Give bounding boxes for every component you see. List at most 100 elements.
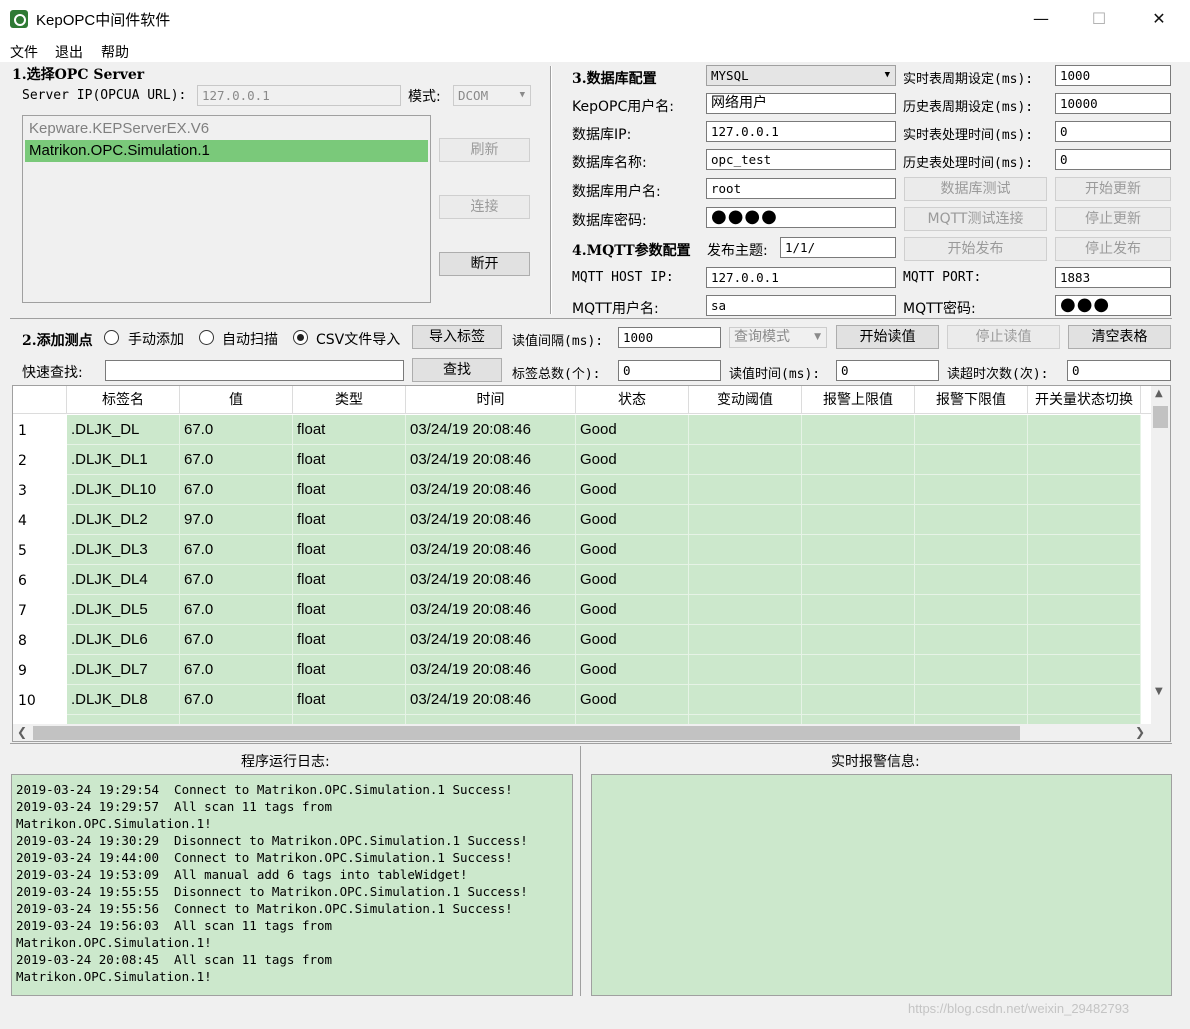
cell-time[interactable]: 03/24/19 20:08:46 [406, 655, 576, 685]
tag-table[interactable]: 标签名 值 类型 时间 状态 变动阈值 报警上限值 报警下限值 开关量状态切换 … [12, 385, 1171, 742]
csv-import-label[interactable]: CSV文件导入 [316, 329, 400, 349]
cell-type[interactable]: float [293, 475, 406, 505]
cell-value[interactable]: 67.0 [180, 625, 293, 655]
cell-alarm-low[interactable] [915, 625, 1028, 655]
cell-alarm-low[interactable] [915, 415, 1028, 445]
cell-alarm-high[interactable] [802, 595, 915, 625]
cell-tag-name[interactable]: .DLJK_DL3 [67, 535, 180, 565]
cell-alarm-low[interactable] [915, 505, 1028, 535]
mqtt-test-button[interactable]: MQTT测试连接 [904, 207, 1047, 231]
cell-time[interactable]: 03/24/19 20:08:46 [406, 535, 576, 565]
cell-type[interactable] [293, 715, 406, 724]
cell-type[interactable]: float [293, 535, 406, 565]
row-number[interactable]: 1 [13, 415, 67, 445]
cell-status[interactable]: Good [576, 565, 689, 595]
menu-file[interactable]: 文件 [10, 42, 38, 62]
search-button[interactable]: 查找 [412, 358, 502, 382]
hist-period-input[interactable]: 10000 [1055, 93, 1171, 114]
kepopc-user-input[interactable]: 网络用户 [706, 93, 896, 114]
tag-total-input[interactable]: 0 [618, 360, 721, 381]
cell-type[interactable]: float [293, 565, 406, 595]
row-number[interactable]: 8 [13, 625, 67, 655]
cell-value[interactable]: 67.0 [180, 445, 293, 475]
cell-value[interactable] [180, 715, 293, 724]
maximize-button[interactable]: ☐ [1076, 0, 1122, 38]
import-tags-button[interactable]: 导入标签 [412, 325, 502, 349]
quick-search-input[interactable] [105, 360, 404, 381]
cell-change-threshold[interactable] [689, 475, 802, 505]
cell-alarm-high[interactable] [802, 505, 915, 535]
cell-alarm-high[interactable] [802, 535, 915, 565]
cell-status[interactable]: Good [576, 475, 689, 505]
table-row[interactable]: 8 .DLJK_DL6 67.0 float 03/24/19 20:08:46 Good [13, 625, 1151, 655]
opc-server-item[interactable]: Kepware.KEPServerEX.V6 [25, 118, 428, 140]
cell-tag-name[interactable]: .DLJK_DL5 [67, 595, 180, 625]
db-ip-input[interactable]: 127.0.0.1 [706, 121, 896, 142]
stop-update-button[interactable]: 停止更新 [1055, 207, 1171, 231]
auto-scan-label[interactable]: 自动扫描 [222, 329, 278, 349]
cell-status[interactable]: Good [576, 535, 689, 565]
cell-alarm-high[interactable] [802, 445, 915, 475]
header-alarm-low[interactable]: 报警下限值 [915, 386, 1028, 414]
header-status[interactable]: 状态 [576, 386, 689, 414]
cell-alarm-low[interactable] [915, 445, 1028, 475]
cell-alarm-high[interactable] [802, 625, 915, 655]
row-number[interactable]: 10 [13, 685, 67, 715]
table-row[interactable]: 5 .DLJK_DL3 67.0 float 03/24/19 20:08:46 Good [13, 535, 1151, 565]
scroll-right-icon[interactable]: ❯ [1135, 725, 1145, 739]
cell-switch-state[interactable] [1028, 535, 1141, 565]
auto-scan-radio[interactable] [199, 330, 214, 345]
header-type[interactable]: 类型 [293, 386, 406, 414]
refresh-button[interactable]: 刷新 [439, 138, 530, 162]
row-number[interactable]: 7 [13, 595, 67, 625]
menu-exit[interactable]: 退出 [55, 42, 83, 62]
cell-type[interactable]: float [293, 415, 406, 445]
cell-alarm-low[interactable] [915, 475, 1028, 505]
close-button[interactable]: ✕ [1136, 0, 1182, 38]
cell-change-threshold[interactable] [689, 715, 802, 724]
read-time-input[interactable]: 0 [836, 360, 939, 381]
cell-alarm-low[interactable] [915, 655, 1028, 685]
cell-type[interactable]: float [293, 655, 406, 685]
row-number[interactable]: 9 [13, 655, 67, 685]
cell-alarm-high[interactable] [802, 475, 915, 505]
vertical-scroll-thumb[interactable] [1153, 406, 1168, 428]
cell-change-threshold[interactable] [689, 655, 802, 685]
cell-status[interactable]: Good [576, 505, 689, 535]
cell-type[interactable]: float [293, 625, 406, 655]
cell-alarm-high[interactable] [802, 655, 915, 685]
cell-switch-state[interactable] [1028, 595, 1141, 625]
cell-change-threshold[interactable] [689, 565, 802, 595]
cell-status[interactable]: Good [576, 625, 689, 655]
cell-alarm-high[interactable] [802, 565, 915, 595]
db-test-button[interactable]: 数据库测试 [904, 177, 1047, 201]
cell-status[interactable]: Good [576, 415, 689, 445]
cell-tag-name[interactable]: .DLJK_DL7 [67, 655, 180, 685]
cell-alarm-low[interactable] [915, 685, 1028, 715]
read-interval-input[interactable]: 1000 [618, 327, 721, 348]
cell-type[interactable]: float [293, 445, 406, 475]
cell-value[interactable]: 67.0 [180, 655, 293, 685]
db-password-input[interactable]: ●●●● [706, 207, 896, 228]
cell-alarm-high[interactable] [802, 415, 915, 445]
cell-time[interactable] [406, 715, 576, 724]
cell-time[interactable]: 03/24/19 20:08:46 [406, 685, 576, 715]
stop-read-button[interactable]: 停止读值 [947, 325, 1060, 349]
cell-switch-state[interactable] [1028, 685, 1141, 715]
start-read-button[interactable]: 开始读值 [836, 325, 939, 349]
table-row[interactable]: 1 .DLJK_DL 67.0 float 03/24/19 20:08:46 Good [13, 415, 1151, 445]
log-panel[interactable]: 2019-03-24 19:29:54 Connect to Matrikon.… [11, 774, 573, 996]
cell-alarm-low[interactable] [915, 535, 1028, 565]
db-type-select[interactable]: MYSQL ▼ [706, 65, 896, 86]
cell-time[interactable]: 03/24/19 20:08:46 [406, 565, 576, 595]
cell-alarm-low[interactable] [915, 715, 1028, 724]
table-row[interactable]: 4 .DLJK_DL2 97.0 float 03/24/19 20:08:46 Good [13, 505, 1151, 535]
table-row[interactable]: 9 .DLJK_DL7 67.0 float 03/24/19 20:08:46 Good [13, 655, 1151, 685]
cell-value[interactable]: 97.0 [180, 505, 293, 535]
opc-server-list[interactable]: Kepware.KEPServerEX.V6 Matrikon.OPC.Simu… [22, 115, 431, 303]
rt-period-input[interactable]: 1000 [1055, 65, 1171, 86]
csv-import-radio[interactable] [293, 330, 308, 345]
clear-table-button[interactable]: 清空表格 [1068, 325, 1171, 349]
cell-switch-state[interactable] [1028, 565, 1141, 595]
mqtt-topic-input[interactable]: 1/1/ [780, 237, 896, 258]
